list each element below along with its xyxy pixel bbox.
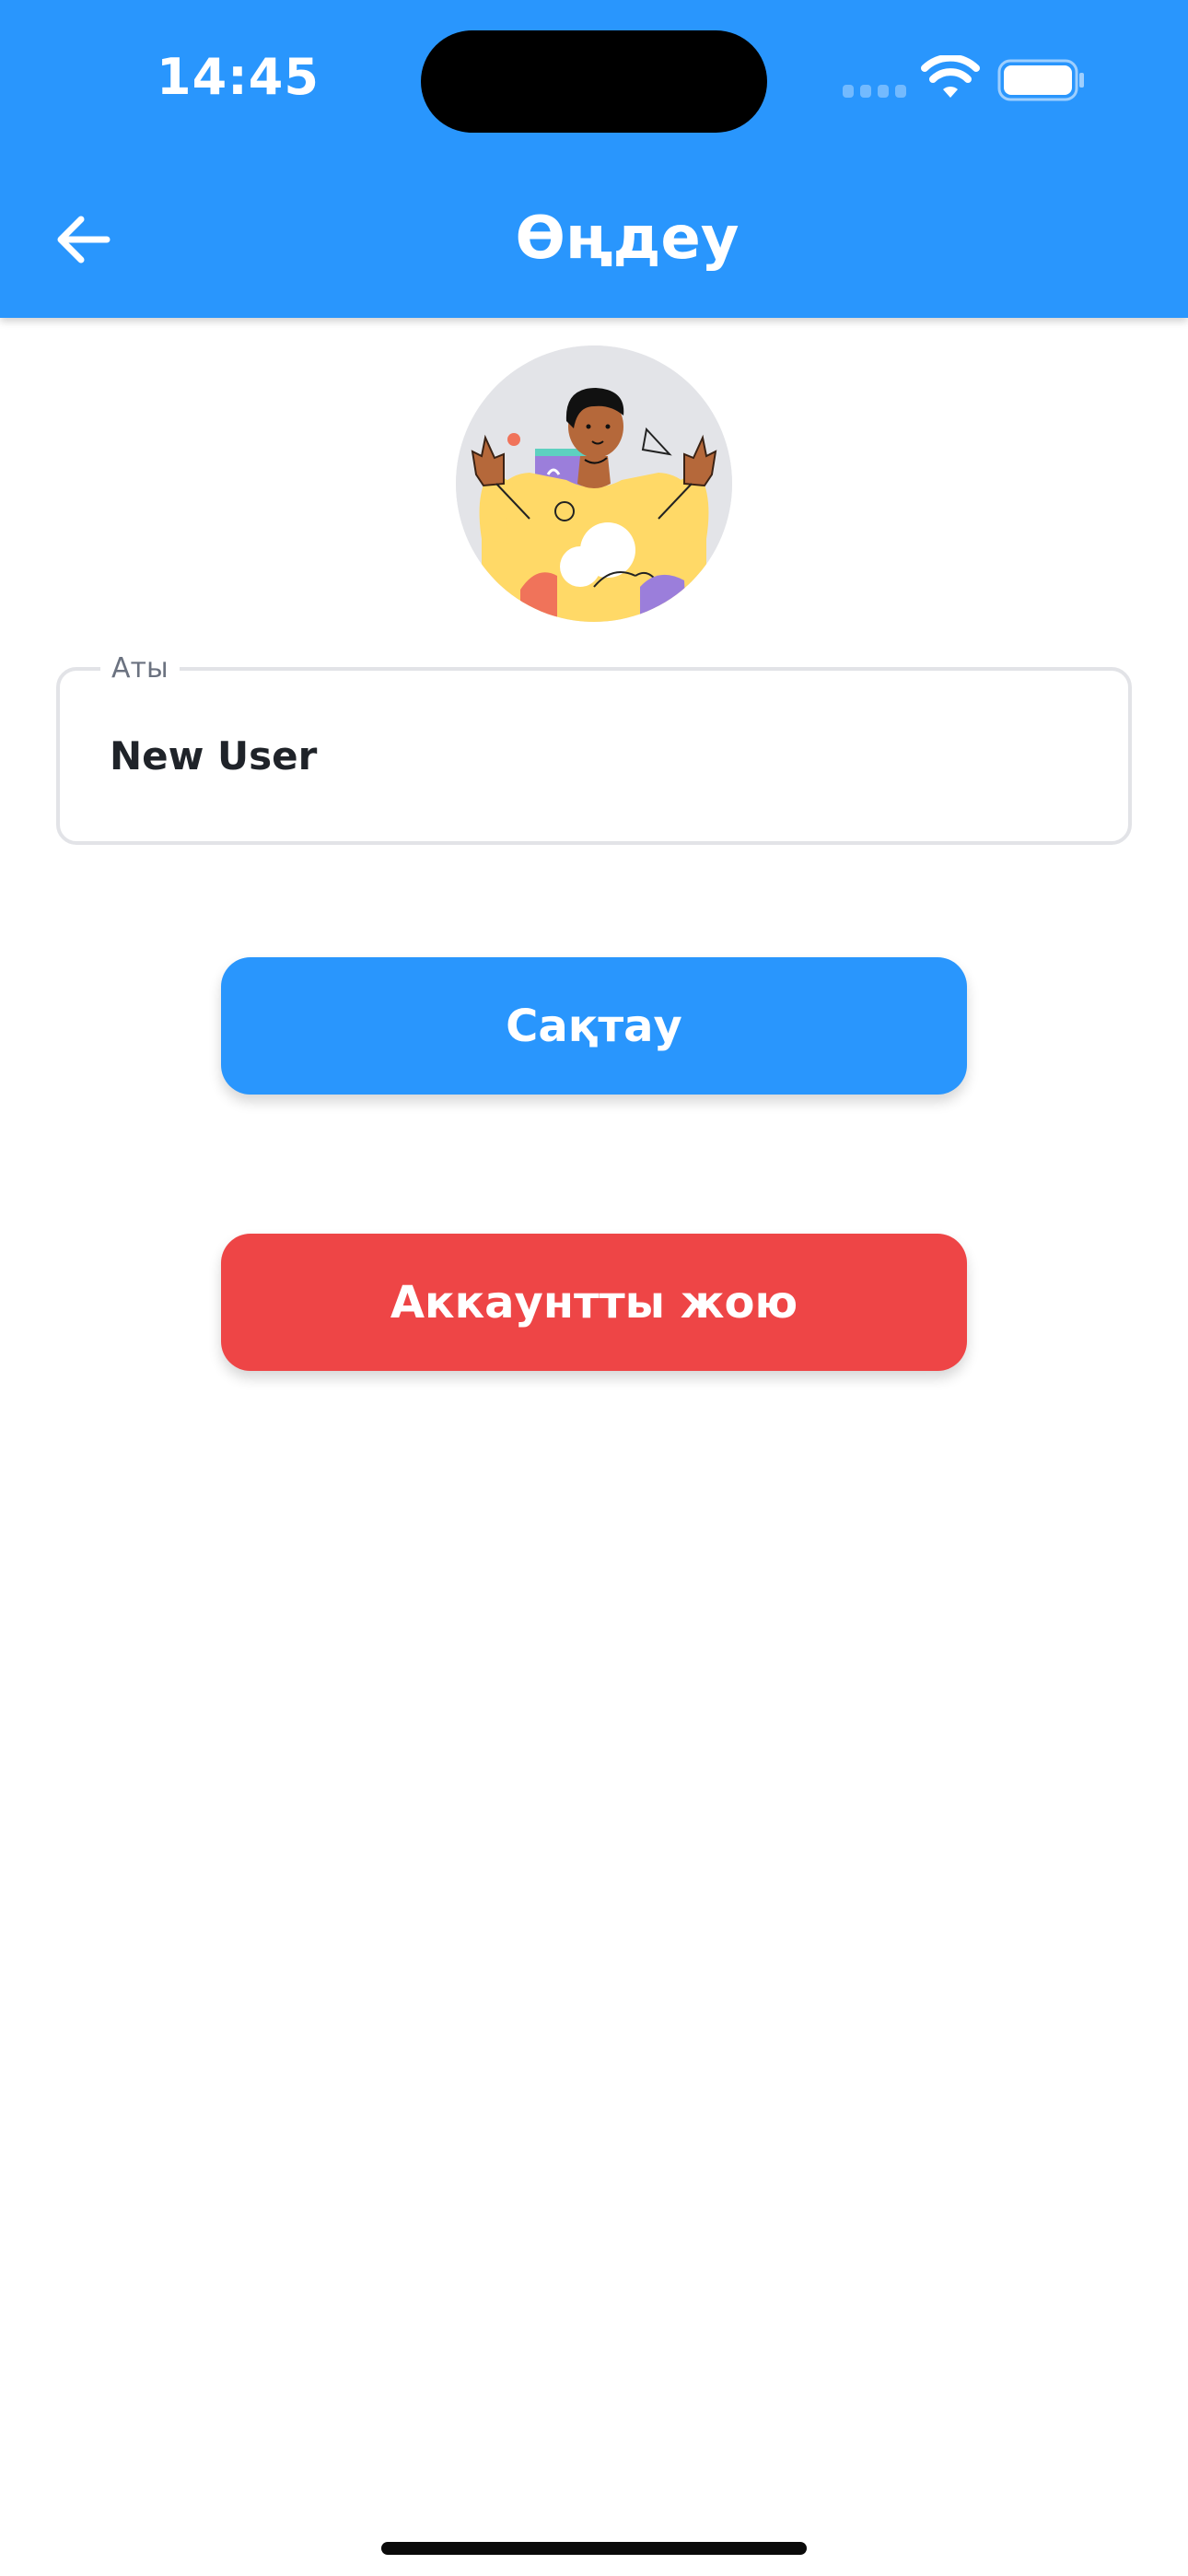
home-indicator[interactable] bbox=[381, 2542, 807, 2555]
name-input[interactable] bbox=[110, 671, 1077, 841]
cellular-signal-icon bbox=[843, 85, 906, 98]
avatar[interactable] bbox=[456, 345, 732, 622]
save-button[interactable]: Сақтау bbox=[221, 957, 967, 1095]
edit-profile-screen: 14:45 Өңдеу Аты New User Сақтау Аккаунтт… bbox=[0, 0, 1188, 2576]
wifi-icon bbox=[921, 55, 980, 98]
name-field[interactable]: Аты bbox=[56, 650, 1132, 845]
user-illustration-icon bbox=[456, 345, 732, 622]
battery-icon bbox=[997, 59, 1084, 101]
status-time: 14:45 bbox=[157, 48, 320, 106]
app-header: 14:45 Өңдеу bbox=[0, 0, 1188, 318]
delete-account-button[interactable]: Аккаунтты жою bbox=[221, 1234, 967, 1371]
page-title: Өңдеу bbox=[515, 205, 740, 273]
dynamic-island bbox=[421, 30, 767, 133]
